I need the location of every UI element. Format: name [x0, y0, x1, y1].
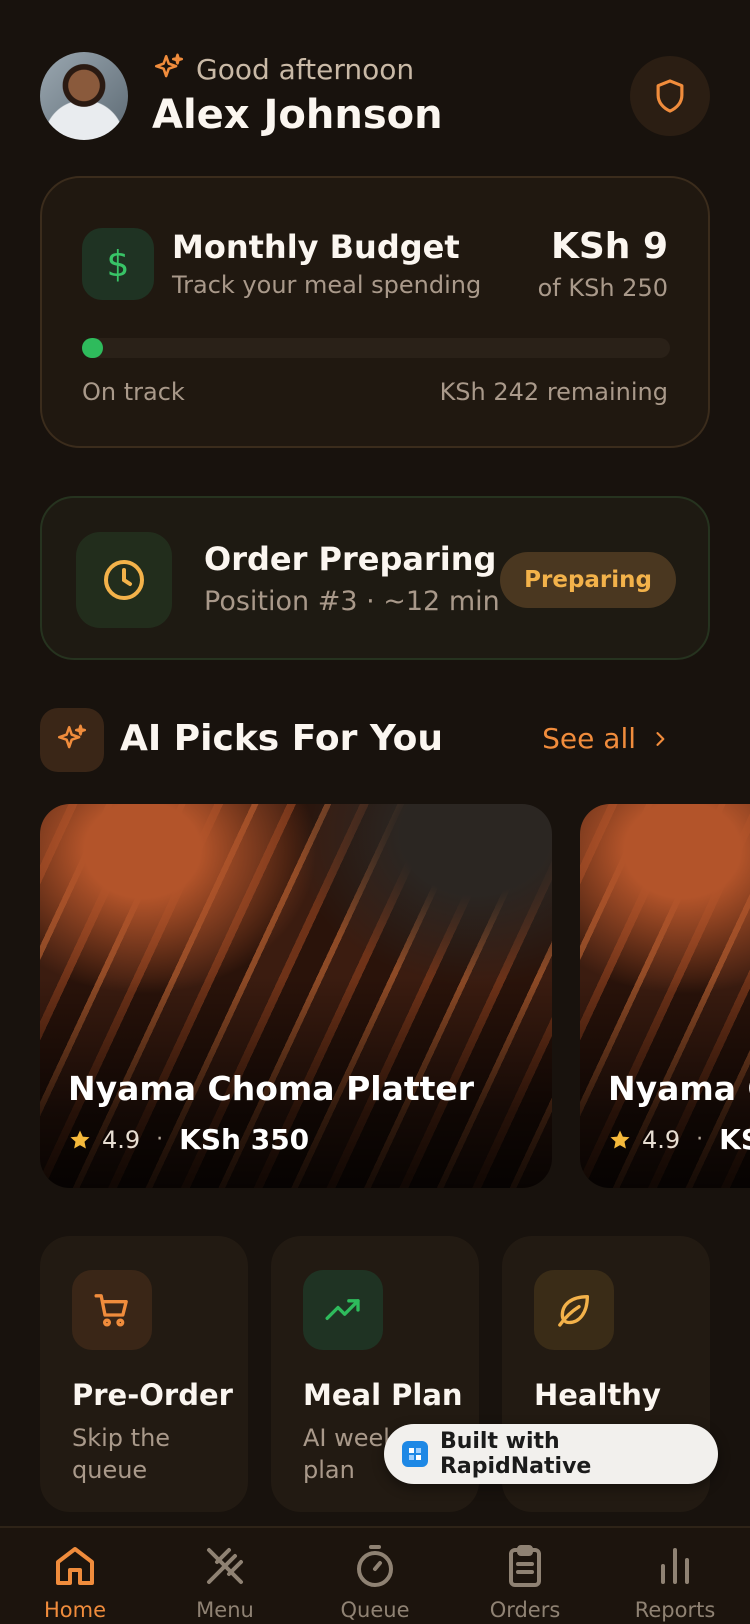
user-name: Alex Johnson [152, 92, 443, 138]
badge-text: Built with RapidNative [439, 1429, 592, 1479]
built-with-badge[interactable]: Built with RapidNative [384, 1424, 718, 1484]
tab-label: Menu [196, 1598, 254, 1622]
pick-rating: 4.9 [642, 1125, 681, 1154]
tab-reports[interactable]: Reports [615, 1542, 735, 1624]
budget-card[interactable]: $ Monthly Budget Track your meal spendin… [40, 176, 710, 448]
sparkle-icon [40, 708, 104, 772]
leaf-icon [534, 1270, 614, 1350]
see-all-label: See all [542, 722, 636, 755]
rapidnative-logo-icon [402, 1441, 428, 1467]
separator-dot: · [156, 1127, 164, 1152]
trending-up-icon [303, 1270, 383, 1350]
budget-amount: KSh 9 [550, 226, 668, 267]
tab-label: Reports [634, 1598, 716, 1622]
tab-queue[interactable]: Queue [315, 1542, 435, 1624]
budget-status: On track [82, 378, 185, 406]
dollar-icon: $ [82, 228, 154, 300]
bar-chart-icon [661, 1548, 689, 1584]
shield-icon [656, 79, 684, 113]
action-title: Meal Plan [303, 1378, 463, 1412]
budget-subtitle: Track your meal spending [172, 271, 482, 299]
status-badge: Preparing [500, 552, 676, 608]
pick-name: Nyama Choma Platter [608, 1069, 750, 1108]
order-title: Order Preparing [204, 540, 497, 578]
pick-meta: 4.9 · KSh 350 [68, 1123, 309, 1156]
star-icon [610, 1130, 630, 1148]
order-subtitle: Position #3 · ~12 min [204, 586, 500, 617]
pick-price: KSh 350 [719, 1123, 750, 1156]
ai-picks-carousel[interactable]: Nyama Choma Platter 4.9 · KSh 350 Nyama … [40, 804, 750, 1188]
clipboard-icon [509, 1545, 541, 1587]
sparkle-icon [154, 53, 184, 78]
pick-card[interactable]: Nyama Choma Platter 4.9 · KSh 350 [40, 804, 552, 1188]
budget-total: of KSh 250 [537, 274, 668, 302]
timer-icon [357, 1545, 393, 1587]
cart-icon [72, 1270, 152, 1350]
pre-order-card[interactable]: Pre-Order Skip the queue [40, 1236, 248, 1512]
budget-title: Monthly Budget [172, 228, 460, 266]
tab-home[interactable]: Home [15, 1542, 135, 1624]
action-subtitle: Skip the queue [72, 1424, 171, 1484]
pick-card[interactable]: Nyama Choma Platter 4.9 · KSh 350 [580, 804, 750, 1188]
separator-dot: · [696, 1127, 704, 1152]
pick-rating: 4.9 [102, 1125, 141, 1154]
utensils-icon [207, 1548, 243, 1584]
clock-icon [76, 532, 172, 628]
pick-meta: 4.9 · KSh 350 [608, 1123, 750, 1156]
header: Good afternoon Alex Johnson [40, 50, 710, 150]
action-title: Healthy [534, 1378, 661, 1412]
tab-label: Orders [489, 1598, 561, 1622]
home-icon [56, 1547, 94, 1585]
budget-progress-fill [82, 338, 104, 358]
greeting-row: Good afternoon [152, 52, 414, 86]
budget-progress-bar [82, 338, 670, 358]
see-all-link[interactable]: See all [542, 722, 670, 755]
greeting-text: Good afternoon [196, 52, 415, 86]
tab-label: Home [43, 1598, 106, 1622]
tab-menu[interactable]: Menu [165, 1542, 285, 1624]
chevron-right-icon [656, 731, 665, 746]
star-icon [70, 1130, 90, 1148]
ai-picks-header: AI Picks For You See all [40, 708, 710, 772]
tab-orders[interactable]: Orders [465, 1542, 585, 1624]
tab-label: Queue [340, 1598, 410, 1622]
action-title: Pre-Order [72, 1378, 233, 1412]
avatar[interactable] [40, 52, 128, 140]
security-button[interactable] [630, 56, 710, 136]
section-title: AI Picks For You [120, 718, 444, 759]
order-status-card[interactable]: Order Preparing Position #3 · ~12 min Pr… [40, 496, 710, 660]
pick-price: KSh 350 [179, 1123, 310, 1156]
pick-name: Nyama Choma Platter [68, 1069, 475, 1108]
bottom-tab-bar: Home Menu Queue Orders Reports [0, 1526, 750, 1624]
budget-remaining: KSh 242 remaining [439, 378, 668, 406]
